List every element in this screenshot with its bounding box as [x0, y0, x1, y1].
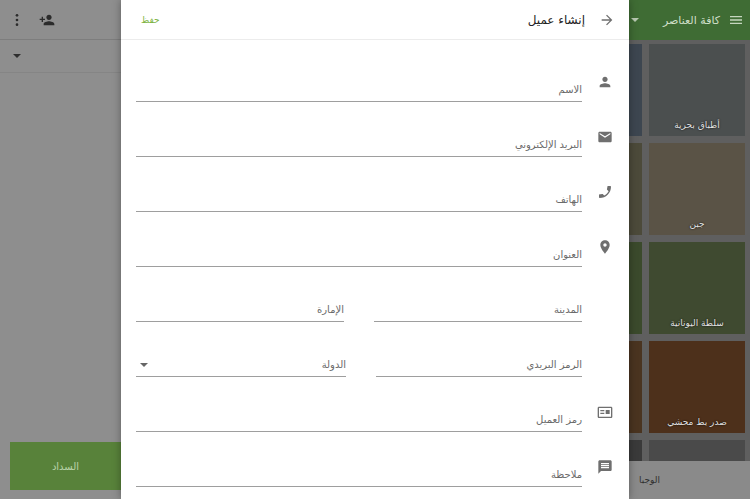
- category-tile[interactable]: جبن: [649, 143, 745, 235]
- dialog-title: إنشاء عميل: [528, 13, 585, 27]
- items-bottom-bar: الوجبا: [629, 461, 750, 499]
- person-add-icon[interactable]: [39, 12, 55, 28]
- text-field[interactable]: ملاحظة: [136, 463, 582, 487]
- order-panel: السداد: [0, 0, 121, 499]
- category-tile[interactable]: سلطة اليونانية: [649, 242, 745, 334]
- category-label: جبن: [689, 219, 704, 229]
- form-row: العنوان: [136, 219, 614, 274]
- form-row: الرمز البريدي الدولة: [136, 329, 614, 384]
- category-tile[interactable]: [649, 440, 745, 461]
- category-tile[interactable]: [629, 341, 642, 433]
- text-field[interactable]: الاسم: [136, 78, 582, 102]
- form-row: البريد الإلكتروني: [136, 109, 614, 164]
- create-customer-dialog: إنشاء عميل حفظ الاسم البريد الإلكتروني الهات…: [121, 0, 629, 499]
- category-tile[interactable]: أطباق بحرية: [649, 44, 745, 136]
- customer-form: الاسم البريد الإلكتروني الهاتف العنوان المدي…: [121, 40, 629, 494]
- category-tile[interactable]: [629, 143, 642, 235]
- id-card-icon: [597, 404, 613, 420]
- form-row: المدينة الإمارة: [136, 274, 614, 329]
- caret-down-icon: [13, 54, 21, 58]
- form-row: الهاتف: [136, 164, 614, 219]
- comment-icon: [597, 459, 613, 475]
- category-tile[interactable]: [629, 242, 642, 334]
- screen: السداد إنشاء عميل حفظ الاسم البريد الإلكترون…: [0, 0, 750, 499]
- caret-down-icon[interactable]: [631, 18, 639, 22]
- person-icon: [597, 74, 613, 90]
- category-tile[interactable]: [629, 440, 642, 461]
- arrow-forward-icon[interactable]: [599, 12, 615, 28]
- more-vert-icon[interactable]: [9, 12, 25, 28]
- phone-icon: [597, 184, 613, 200]
- form-row: ملاحظة: [136, 439, 614, 494]
- category-grid: أطباق بحرية جبن سلطة اليونانية صدر بط محشي: [629, 40, 750, 461]
- text-field[interactable]: العنوان: [136, 243, 582, 267]
- text-field[interactable]: البريد الإلكتروني: [136, 133, 582, 157]
- category-label: صدر بط محشي: [667, 417, 727, 427]
- customer-selector[interactable]: [0, 40, 121, 73]
- caret-down-icon: [140, 363, 148, 367]
- text-field[interactable]: الرمز البريدي: [376, 353, 582, 377]
- category-tile[interactable]: [629, 44, 642, 136]
- text-field[interactable]: الهاتف: [136, 188, 582, 212]
- text-field[interactable]: الإمارة: [136, 298, 344, 322]
- text-field[interactable]: رمز العميل: [136, 408, 582, 432]
- pay-button[interactable]: السداد: [10, 442, 121, 490]
- dialog-header: إنشاء عميل حفظ: [121, 0, 629, 40]
- items-panel: كافة العناصر أطباق بحرية جبن سلطة اليونانية…: [629, 0, 750, 499]
- location-pin-icon: [597, 239, 613, 255]
- email-icon: [597, 129, 613, 145]
- category-label: سلطة اليونانية: [670, 318, 724, 328]
- menu-icon[interactable]: [728, 12, 744, 28]
- category-label: أطباق بحرية: [674, 120, 720, 130]
- form-row: رمز العميل: [136, 384, 614, 439]
- order-toolbar: [0, 0, 121, 40]
- form-row: الاسم: [136, 54, 614, 109]
- save-button[interactable]: حفظ: [136, 15, 160, 25]
- select-field[interactable]: الدولة: [136, 353, 346, 377]
- items-title[interactable]: كافة العناصر: [647, 14, 720, 27]
- text-field[interactable]: المدينة: [374, 298, 582, 322]
- category-tile[interactable]: صدر بط محشي: [649, 341, 745, 433]
- category-tab[interactable]: الوجبا: [639, 475, 660, 485]
- items-header: كافة العناصر: [629, 0, 750, 40]
